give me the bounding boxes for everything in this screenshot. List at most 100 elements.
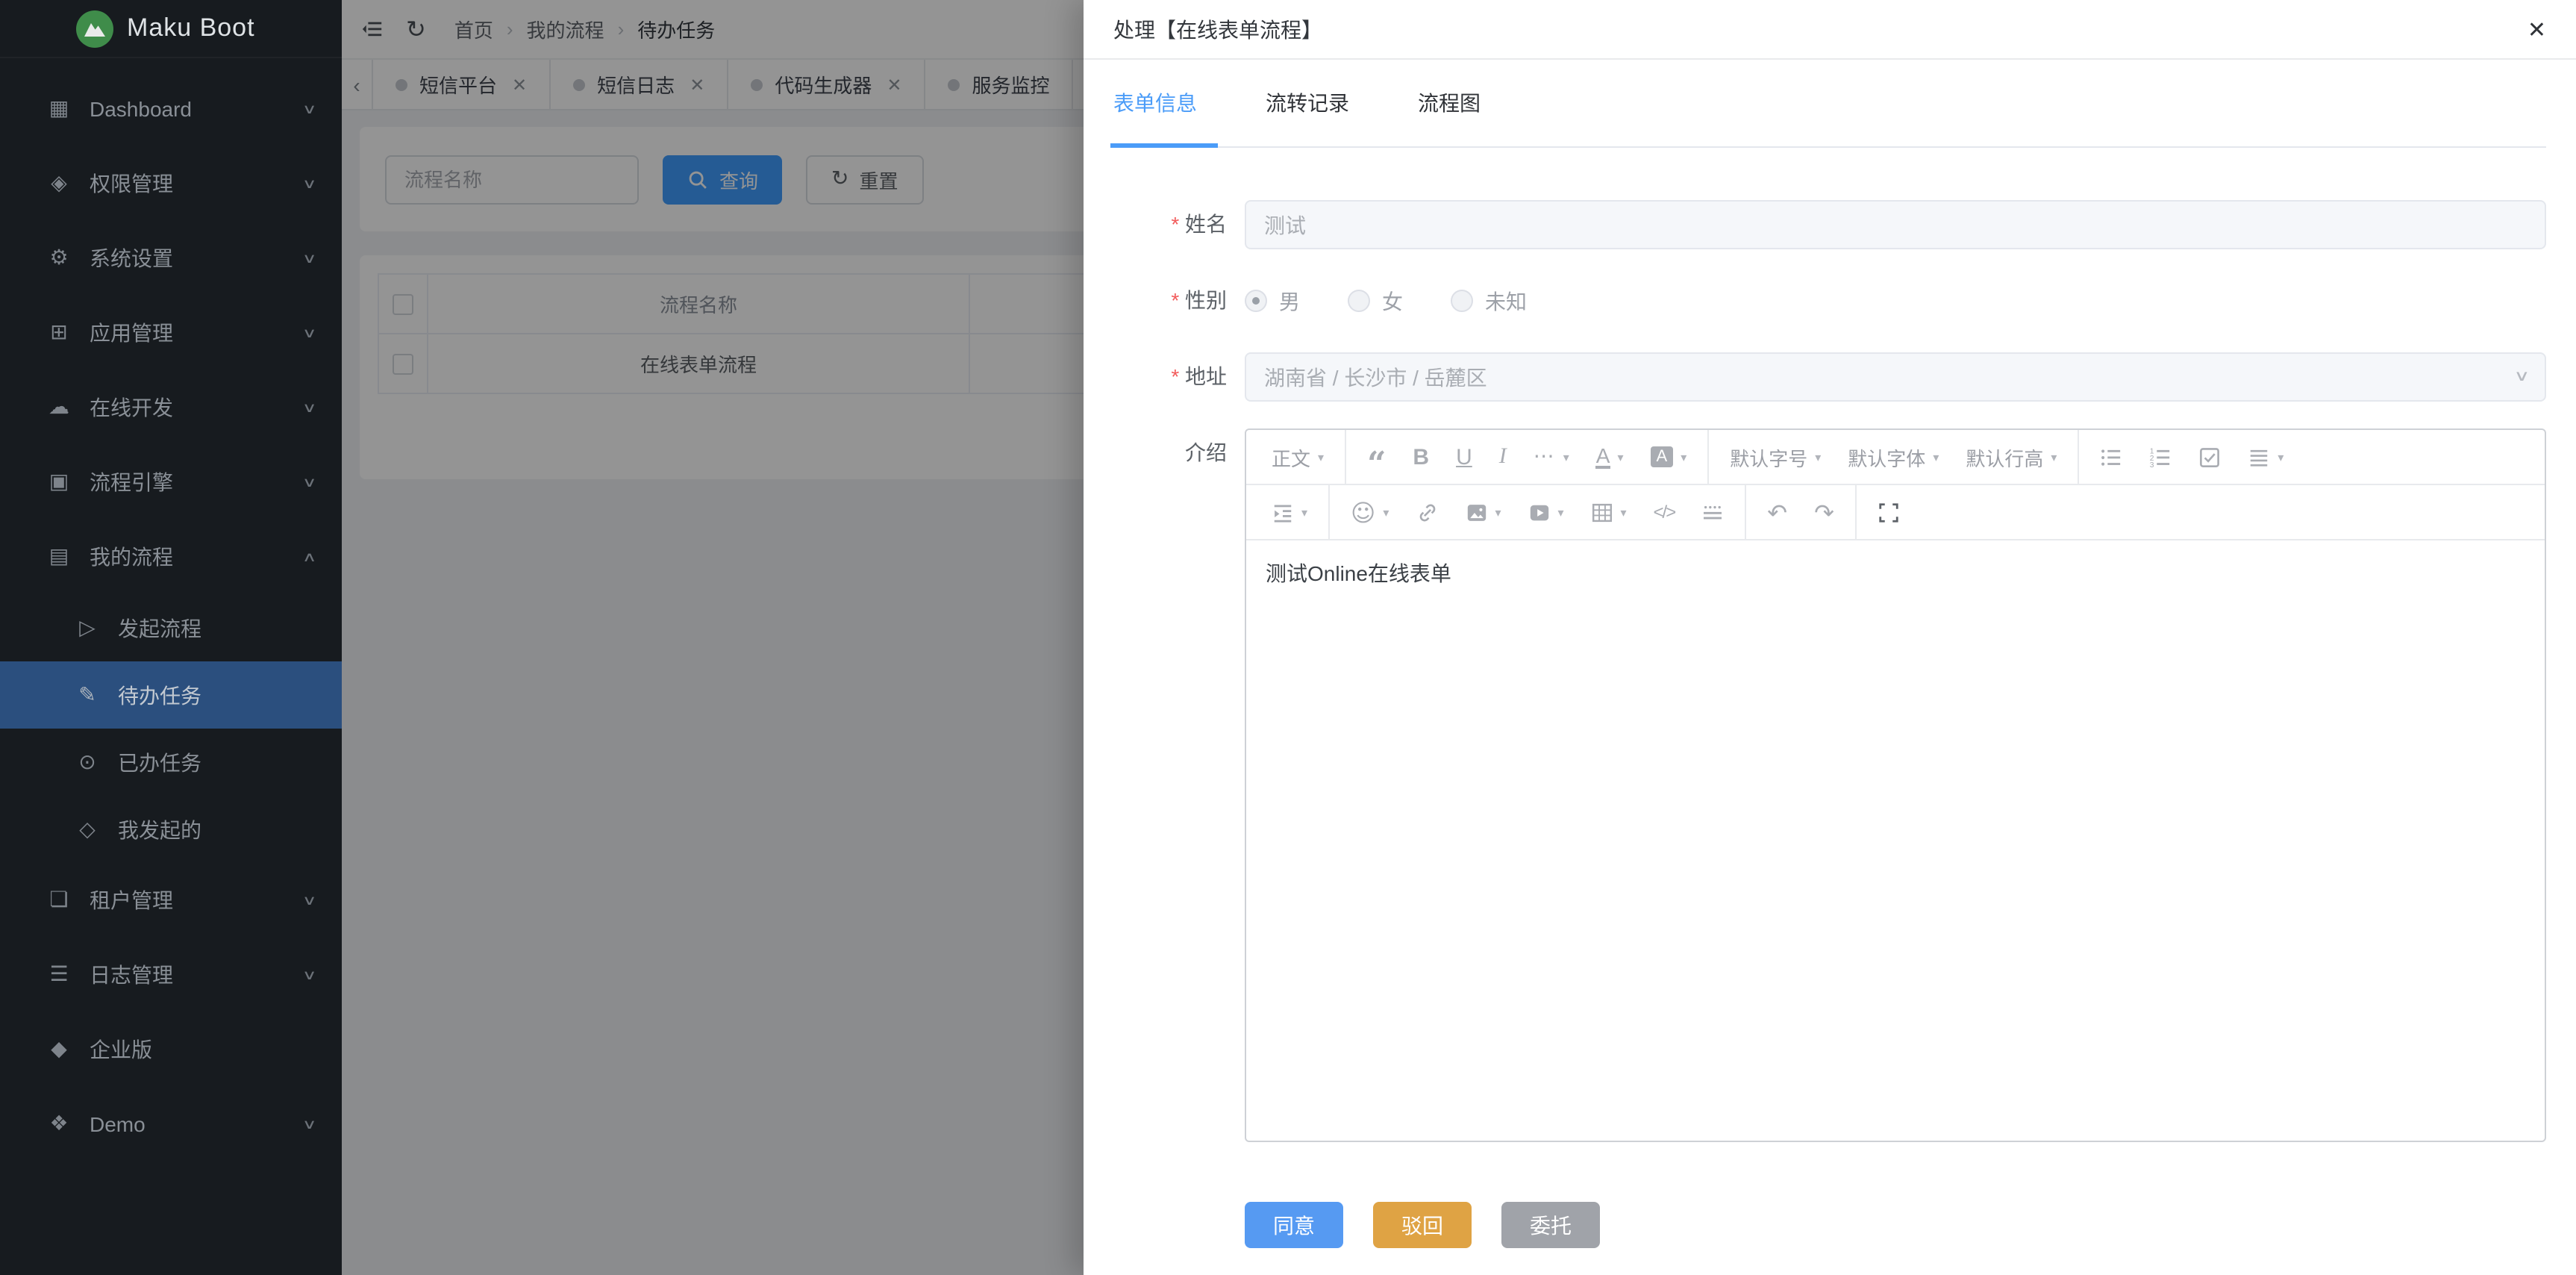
font-size-dropdown[interactable]: 默认字号 ▾	[1716, 430, 1834, 484]
caret-down-icon: ▾	[1301, 505, 1307, 519]
sidebar-item-log-management[interactable]: ☰ 日志管理 ∨	[0, 938, 342, 1012]
align-dropdown[interactable]: ▾	[2234, 430, 2297, 484]
apps-grid-icon: ⊞	[45, 321, 73, 345]
font-family-dropdown[interactable]: 默认字体 ▾	[1834, 430, 1952, 484]
drawer-title: 处理【在线表单流程】	[1113, 14, 1322, 44]
code-block-icon[interactable]: </>	[1640, 485, 1689, 539]
address-label: 地址	[1113, 352, 1245, 402]
address-value: 湖南省 / 长沙市 / 岳麓区	[1264, 362, 1487, 392]
sidebar-item-system-settings[interactable]: ⚙ 系统设置 ∨	[0, 221, 342, 296]
tab-flow-diagram[interactable]: 流程图	[1418, 60, 1481, 146]
more-styles-dropdown[interactable]: ⋯ ▾	[1520, 430, 1583, 484]
tab-flow-records[interactable]: 流转记录	[1266, 60, 1349, 146]
caret-down-icon: ▾	[1815, 450, 1821, 464]
delegate-button[interactable]: 委托	[1501, 1202, 1600, 1248]
sidebar-item-app-management[interactable]: ⊞ 应用管理 ∨	[0, 296, 342, 370]
underline-icon[interactable]: U	[1442, 430, 1486, 484]
emoji-dropdown[interactable]: ☺ ▾	[1337, 485, 1402, 539]
task-list-icon[interactable]	[2185, 430, 2234, 484]
toolbar-divider	[1855, 484, 1857, 540]
window-grid-icon: ❖	[45, 1112, 73, 1136]
radio-dot-icon	[1245, 290, 1267, 312]
radio-female[interactable]: 女	[1348, 286, 1403, 316]
sidebar-item-online-dev[interactable]: ☁ 在线开发 ∨	[0, 370, 342, 445]
radio-female-label: 女	[1382, 286, 1403, 316]
editor-toolbar-row-2: ▾ ☺ ▾ ▾	[1246, 485, 2545, 540]
bullet-list-icon[interactable]	[2086, 430, 2136, 484]
align-justify-icon	[2248, 446, 2270, 468]
sidebar-item-process-engine[interactable]: ▣ 流程引擎 ∨	[0, 445, 342, 520]
ellipsis-icon: ⋯	[1534, 445, 1556, 469]
shield-icon: ◈	[45, 172, 73, 196]
sidebar-item-done-tasks[interactable]: ⊙ 已办任务	[0, 729, 342, 796]
indent-dropdown[interactable]: ▾	[1258, 485, 1321, 539]
sidebar-menu: ▦ Dashboard ∨ ◈ 权限管理 ∨ ⚙ 系统设置 ∨ ⊞ 应用管理 ∨…	[0, 58, 342, 1162]
address-select[interactable]: 湖南省 / 长沙市 / 岳麓区 ∨	[1245, 352, 2546, 402]
horizontal-rule-icon[interactable]	[1688, 485, 1737, 539]
app-logo[interactable]: Maku Boot	[0, 0, 342, 58]
calendar-check-icon: ▣	[45, 470, 73, 494]
radio-male[interactable]: 男	[1245, 286, 1300, 316]
tag-icon: ◇	[73, 817, 101, 841]
caret-down-icon: ▾	[1563, 450, 1569, 464]
editor-content[interactable]: 测试Online在线表单	[1246, 540, 2545, 1141]
bold-icon[interactable]: B	[1399, 430, 1442, 484]
line-height-dropdown[interactable]: 默认行高 ▾	[1952, 430, 2070, 484]
blockquote-icon[interactable]: “	[1354, 430, 1399, 484]
caret-down-icon: ▾	[1557, 505, 1563, 519]
chevron-up-icon: ∧	[303, 549, 318, 565]
chevron-down-icon: ∨	[303, 474, 318, 490]
name-label: 姓名	[1113, 200, 1245, 249]
app-title: Maku Boot	[127, 13, 255, 43]
dashboard-icon: ▦	[45, 97, 73, 121]
form-row-intro: 介绍 正文 ▾ “ B U I	[1113, 428, 2546, 1142]
sidebar-item-my-process[interactable]: ▤ 我的流程 ∧	[0, 520, 342, 594]
undo-icon[interactable]: ↶	[1754, 485, 1801, 539]
font-color-dropdown[interactable]: A ▾	[1583, 430, 1637, 484]
sidebar-item-enterprise[interactable]: ◆ 企业版	[0, 1012, 342, 1087]
highlight-color-dropdown[interactable]: A ▾	[1637, 430, 1701, 484]
fullscreen-icon[interactable]	[1864, 485, 1913, 539]
sidebar-item-permissions[interactable]: ◈ 权限管理 ∨	[0, 146, 342, 221]
diamond-icon: ◆	[45, 1038, 73, 1062]
intro-label: 介绍	[1113, 428, 1245, 478]
chevron-down-icon: ∨	[303, 967, 318, 983]
tab-form-info[interactable]: 表单信息	[1113, 60, 1197, 146]
sidebar-item-todo-tasks[interactable]: ✎ 待办任务	[0, 661, 342, 729]
chevron-down-icon: ∨	[303, 101, 318, 117]
caret-down-icon: ▾	[1933, 450, 1939, 464]
name-field[interactable]: 测试	[1245, 200, 2546, 249]
sidebar-item-start-process[interactable]: ▷ 发起流程	[0, 594, 342, 661]
chevron-down-icon: ∨	[303, 1116, 318, 1132]
insert-link-icon[interactable]	[1402, 485, 1451, 539]
cloud-icon: ☁	[45, 396, 73, 420]
radio-unknown-label: 未知	[1485, 286, 1527, 316]
toolbar-divider	[1328, 484, 1330, 540]
redo-icon[interactable]: ↷	[1801, 485, 1848, 539]
close-drawer-icon[interactable]: ✕	[2527, 16, 2546, 43]
send-icon: ▷	[73, 616, 101, 640]
drawer-tabs: 表单信息 流转记录 流程图	[1113, 60, 2546, 148]
sidebar-item-tenant-management[interactable]: ❏ 租户管理 ∨	[0, 863, 342, 938]
approve-button[interactable]: 同意	[1245, 1202, 1343, 1248]
sidebar-item-demo[interactable]: ❖ Demo ∨	[0, 1087, 342, 1162]
insert-table-dropdown[interactable]: ▾	[1578, 485, 1640, 539]
form-row-address: 地址 湖南省 / 长沙市 / 岳麓区 ∨	[1113, 352, 2546, 402]
reject-button[interactable]: 驳回	[1373, 1202, 1472, 1248]
table-icon	[1591, 501, 1613, 523]
sidebar-item-my-initiated[interactable]: ◇ 我发起的	[0, 796, 342, 863]
caret-down-icon: ▾	[1495, 505, 1501, 519]
insert-video-dropdown[interactable]: ▾	[1514, 485, 1577, 539]
gear-icon: ⚙	[45, 246, 73, 270]
insert-image-dropdown[interactable]: ▾	[1451, 485, 1514, 539]
caret-down-icon: ▾	[1621, 505, 1627, 519]
numbered-list-icon[interactable]: 123	[2136, 430, 2185, 484]
caret-down-icon: ▾	[1617, 450, 1623, 464]
radio-unknown[interactable]: 未知	[1451, 286, 1527, 316]
chevron-down-icon: ∨	[303, 325, 318, 341]
sidebar-item-dashboard[interactable]: ▦ Dashboard ∨	[0, 72, 342, 146]
italic-icon[interactable]: I	[1486, 430, 1520, 484]
paragraph-style-dropdown[interactable]: 正文 ▾	[1258, 430, 1337, 484]
app-root: Maku Boot ▦ Dashboard ∨ ◈ 权限管理 ∨ ⚙ 系统设置 …	[0, 0, 2576, 1275]
frame-icon: ❏	[45, 888, 73, 912]
